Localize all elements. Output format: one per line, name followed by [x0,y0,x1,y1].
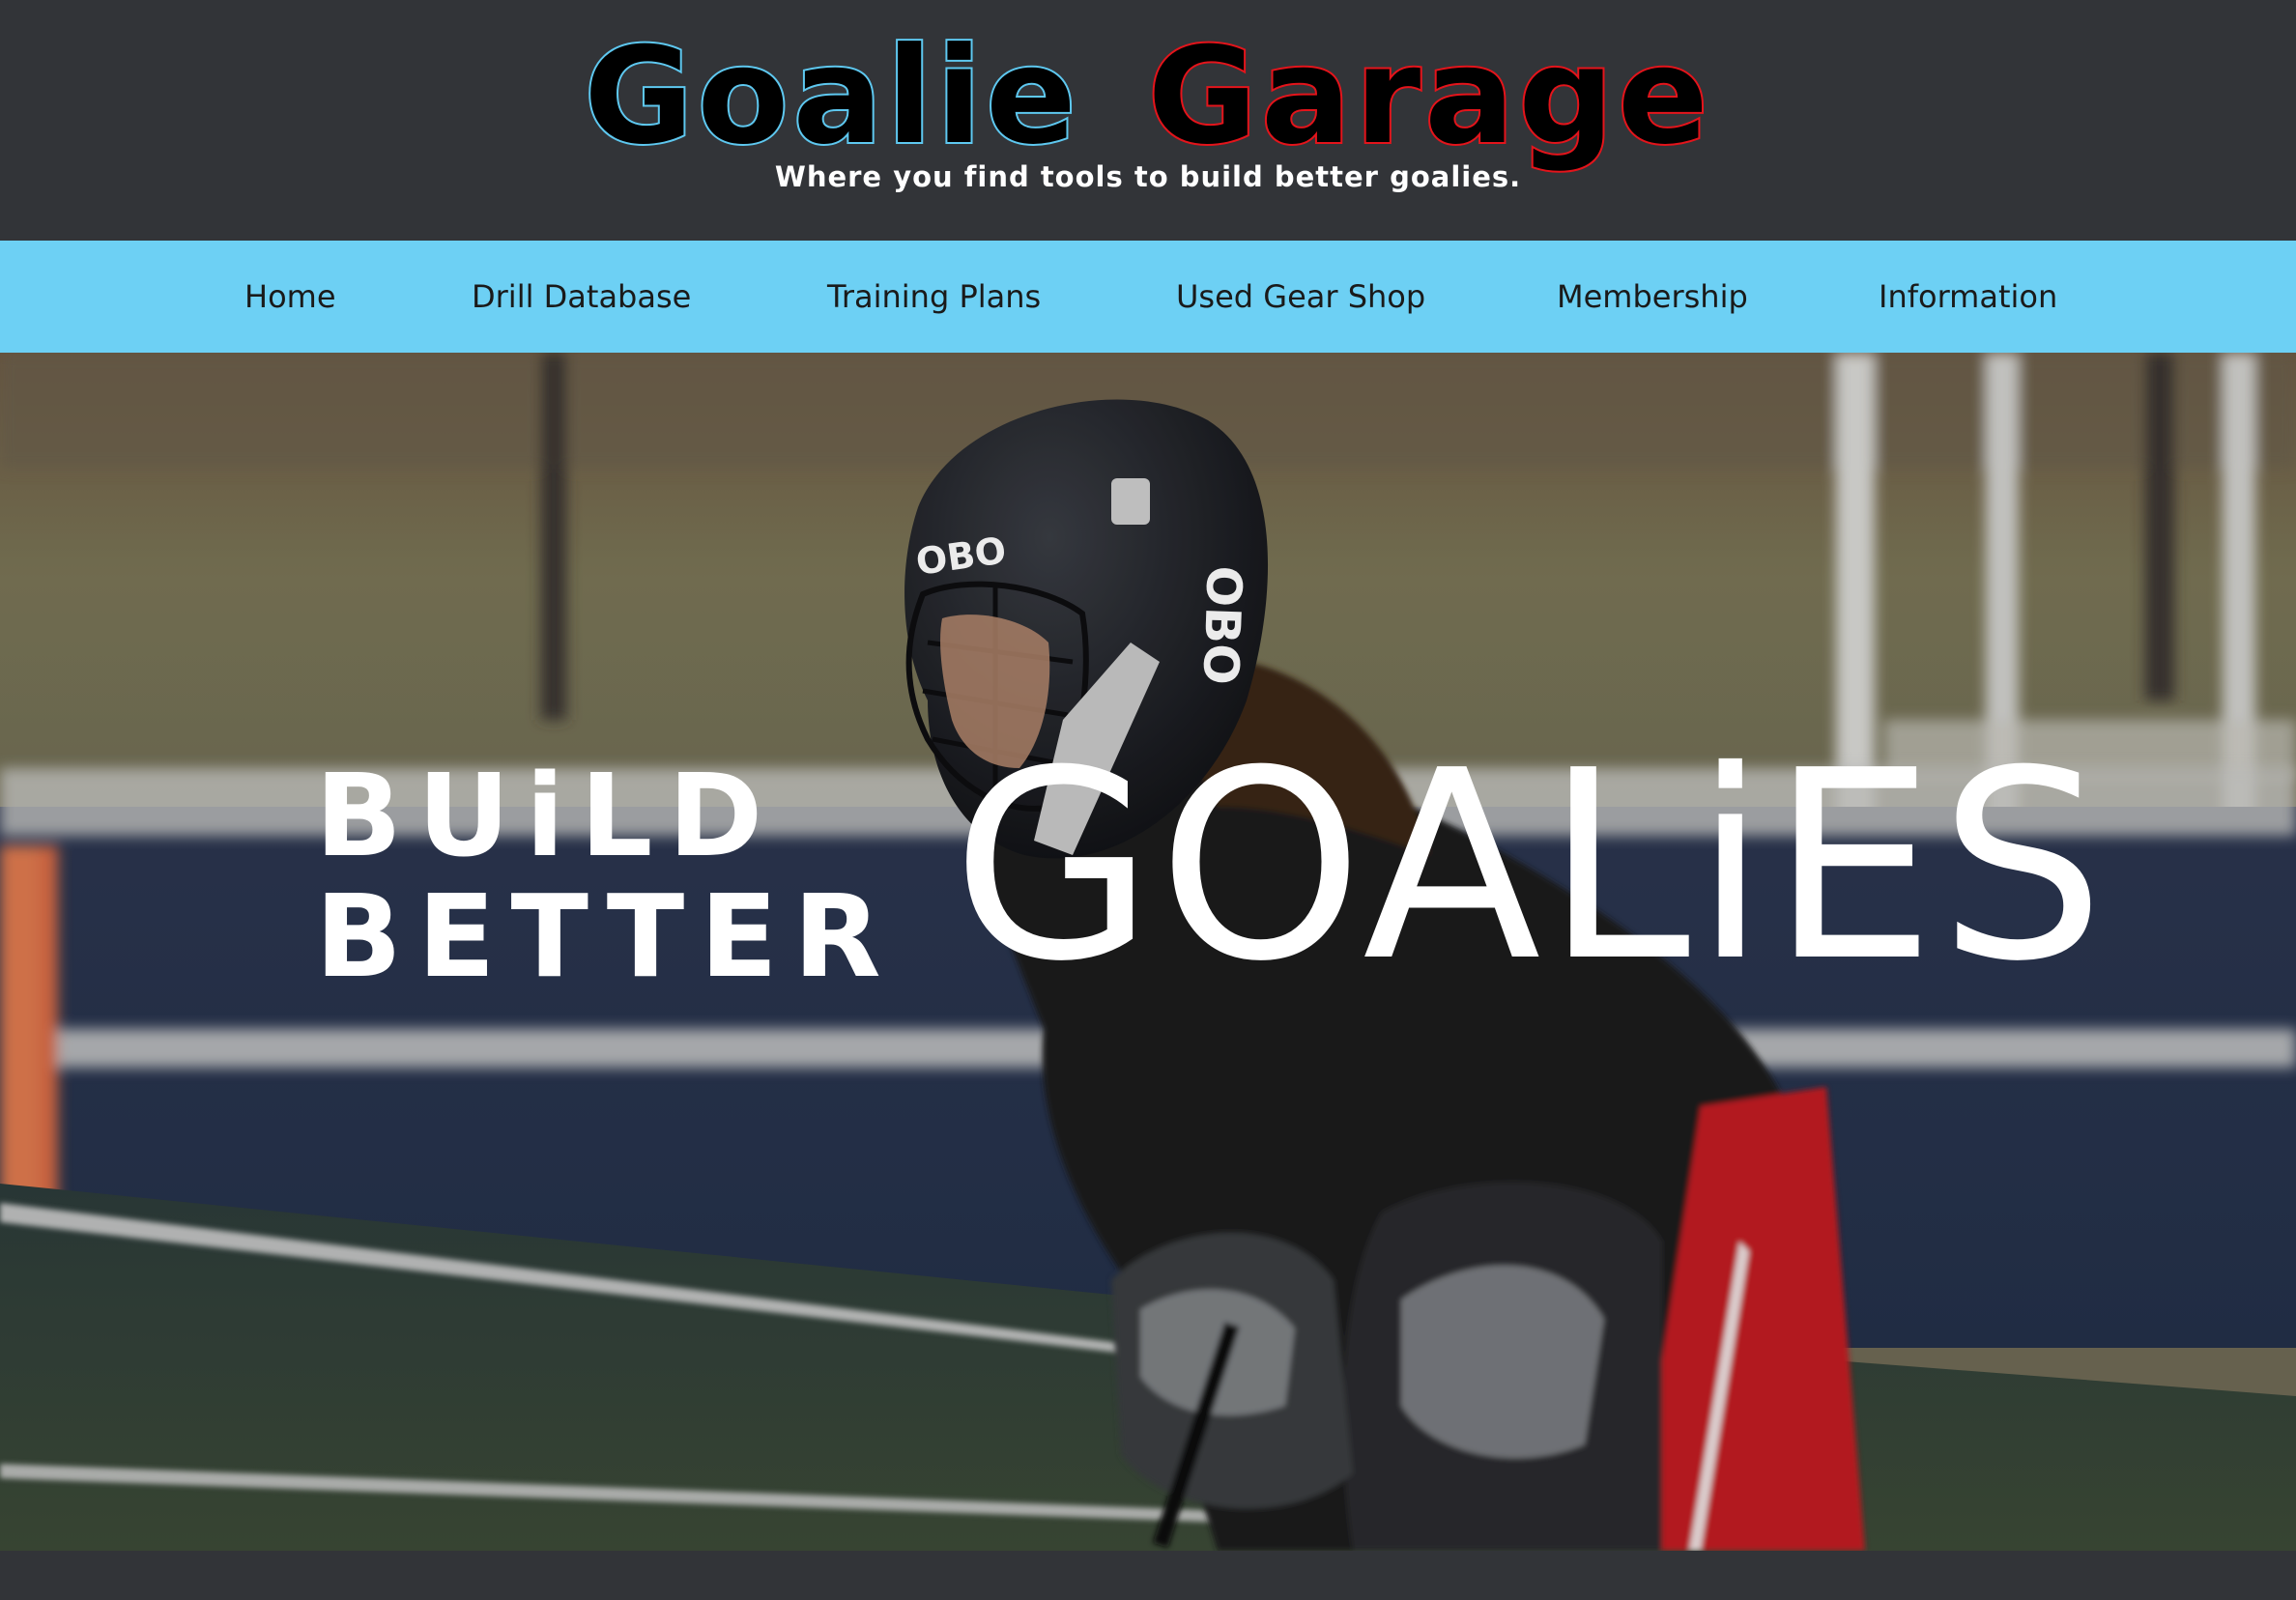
headline-build: BUiLD [315,749,779,882]
site-header: Goalie Garage Where you find tools to bui… [0,0,2296,241]
nav-item-home[interactable]: Home [244,241,336,353]
site-tagline: Where you find tools to build better goa… [774,160,1522,193]
main-nav: Home Drill Database Training Plans Used … [0,241,2296,353]
site-logo[interactable]: Goalie Garage [0,17,2296,176]
nav-item-training-plans[interactable]: Training Plans [827,241,1041,353]
headline-goalies: GOALiES [952,714,2109,1018]
hero-banner: OBO OBO BUiLD BETTER GOALiES [0,353,2296,1551]
nav-item-used-gear-shop[interactable]: Used Gear Shop [1176,241,1425,353]
nav-item-membership[interactable]: Membership [1557,241,1748,353]
page-bottom-strip [0,1551,2296,1600]
hero-headline: BUiLD BETTER GOALiES [0,353,2296,1551]
nav-item-information[interactable]: Information [1879,241,2057,353]
headline-better: BETTER [315,870,897,1003]
logo-text-goalie: Goalie [582,17,1080,176]
logo-text-garage: Garage [1146,17,1712,176]
nav-item-drill-database[interactable]: Drill Database [472,241,691,353]
